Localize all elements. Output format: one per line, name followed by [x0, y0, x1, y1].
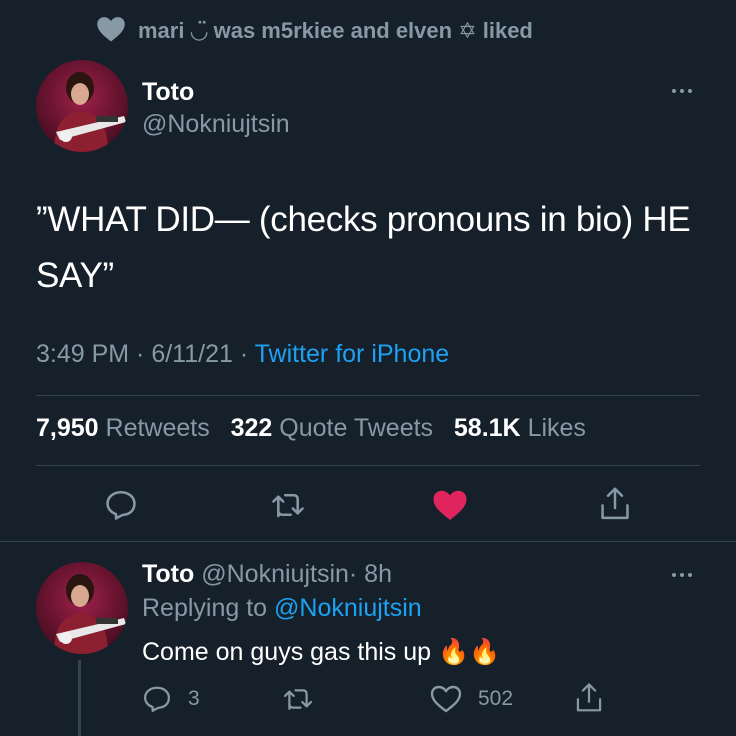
replying-to: Replying to @Nokniujtsin	[142, 594, 422, 622]
fire-emoji-icon: 🔥🔥	[438, 638, 501, 666]
author-handle[interactable]: @Nokniujtsin	[142, 110, 290, 139]
divider	[36, 395, 700, 396]
reply-more-options-icon[interactable]	[672, 573, 692, 577]
divider	[36, 465, 700, 466]
reply-retweet-button[interactable]	[282, 684, 314, 714]
reply-count: 3	[188, 687, 200, 710]
share-icon	[576, 683, 602, 712]
reply-text: Come on guys gas this up 🔥🔥	[142, 638, 501, 666]
share-button[interactable]	[598, 486, 632, 522]
reply-like-count: 502	[478, 687, 514, 710]
reply-avatar[interactable]	[36, 562, 128, 654]
reply-share-button[interactable]	[574, 682, 604, 714]
retweet-button[interactable]	[270, 488, 306, 522]
like-outline-icon	[430, 685, 462, 713]
reply-author-handle[interactable]: @Nokniujtsin	[201, 560, 349, 588]
reply-icon	[106, 490, 136, 520]
reply-time: · 8h	[348, 560, 392, 588]
avatar[interactable]	[36, 60, 128, 152]
tweet-timestamp[interactable]: 3:49 PM · 6/11/21 ·	[36, 340, 255, 368]
like-stat[interactable]: 58.1K Likes	[454, 414, 586, 442]
reply-like-button[interactable]: 502	[430, 684, 513, 714]
share-icon	[601, 487, 629, 520]
reply-icon	[144, 686, 170, 712]
heart-icon	[96, 15, 126, 48]
thread-line	[78, 660, 81, 736]
more-options-icon[interactable]	[672, 89, 692, 93]
retweet-icon	[283, 689, 313, 710]
social-context: mari ◡̈ was m5rkiee and elven ✡︎ liked	[96, 14, 533, 48]
divider	[0, 541, 736, 542]
reply-button[interactable]	[104, 488, 138, 522]
tweet-stats: 7,950 Retweets 322 Quote Tweets 58.1K Li…	[36, 414, 586, 443]
reply-header: Toto @Nokniujtsin· 8h	[142, 560, 392, 589]
like-button[interactable]	[432, 488, 468, 522]
replying-to-link[interactable]: @Nokniujtsin	[274, 594, 422, 622]
reply-author-name[interactable]: Toto	[142, 560, 194, 588]
tweet-meta: 3:49 PM · 6/11/21 · Twitter for iPhone	[36, 340, 449, 369]
social-context-text: mari ◡̈ was m5rkiee and elven ✡︎ liked	[138, 18, 533, 43]
tweet-source[interactable]: Twitter for iPhone	[255, 340, 450, 368]
retweet-stat[interactable]: 7,950 Retweets	[36, 414, 210, 442]
retweet-icon	[272, 494, 304, 518]
quote-stat[interactable]: 322 Quote Tweets	[231, 414, 433, 442]
author-name[interactable]: Toto	[142, 78, 194, 107]
like-icon	[433, 490, 467, 520]
tweet-text: ”WHAT DID— (checks pronouns in bio) HE S…	[36, 200, 691, 295]
reply-reply-button[interactable]: 3	[142, 684, 200, 714]
